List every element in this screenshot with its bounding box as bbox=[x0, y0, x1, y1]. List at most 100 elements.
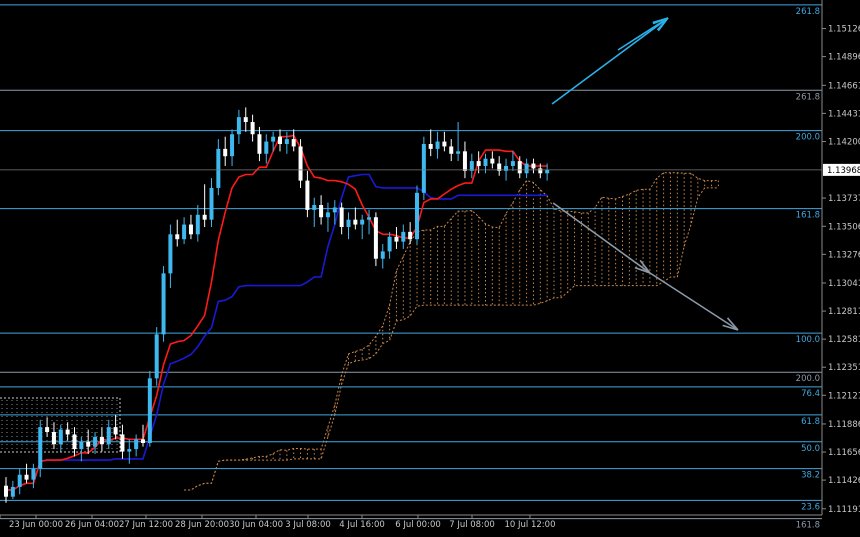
candle-body bbox=[435, 141, 440, 149]
y-tick-label: 1.14431 bbox=[828, 109, 860, 119]
candle-body bbox=[490, 158, 495, 164]
candle-body bbox=[113, 427, 118, 435]
candle-body bbox=[339, 207, 344, 227]
x-tick-label: 4 Jul 16:00 bbox=[339, 520, 385, 530]
candle-body bbox=[257, 134, 262, 154]
candle-body bbox=[401, 231, 406, 242]
current-price-label: 1.13968 bbox=[827, 166, 860, 176]
candle-body bbox=[284, 139, 289, 145]
candle-body bbox=[428, 144, 433, 149]
candle-body bbox=[175, 234, 180, 240]
candle-body bbox=[168, 234, 173, 274]
x-tick-label: 6 Jul 00:00 bbox=[395, 520, 441, 530]
fib-label: 100.0 bbox=[796, 335, 820, 345]
candle-body bbox=[93, 436, 98, 447]
candle-body bbox=[524, 163, 529, 174]
candle-body bbox=[380, 251, 385, 259]
candle-body bbox=[188, 224, 193, 235]
fib-label: 200.0 bbox=[796, 374, 820, 384]
candle-body bbox=[312, 205, 317, 210]
ichimoku-fibonacci-chart[interactable]: 261.8 261.8 200.0 161.8 100.0 200.0 76.4 61.8 50… bbox=[0, 0, 860, 533]
candle-body bbox=[202, 214, 207, 220]
candle-body bbox=[195, 214, 200, 235]
candle-body bbox=[538, 168, 543, 174]
y-tick-label: 1.11191 bbox=[828, 505, 860, 515]
candle-body bbox=[456, 151, 461, 154]
x-tick-label: 30 Jun 04:00 bbox=[229, 520, 283, 530]
candle-body bbox=[531, 163, 536, 169]
candle-body bbox=[373, 217, 378, 259]
y-tick-label: 1.13737 bbox=[828, 194, 860, 204]
candle-body bbox=[209, 187, 214, 220]
y-tick-label: 1.13506 bbox=[828, 222, 860, 232]
y-tick-label: 1.13276 bbox=[828, 250, 860, 260]
candle-body bbox=[24, 474, 29, 480]
x-tick-label: 23 Jun 00:00 bbox=[9, 520, 63, 530]
fib-label: 200.0 bbox=[796, 133, 820, 143]
candle-body bbox=[394, 236, 399, 242]
candle-body bbox=[223, 148, 228, 157]
candle-body bbox=[442, 141, 447, 147]
fib-label: 23.6 bbox=[801, 502, 820, 512]
candle-body bbox=[10, 486, 15, 497]
y-tick-label: 1.12351 bbox=[828, 363, 860, 373]
candle-body bbox=[99, 436, 104, 445]
candle-body bbox=[236, 117, 241, 135]
x-tick-label: 10 Jul 12:00 bbox=[505, 520, 556, 530]
fib-label: 161.8 bbox=[796, 211, 820, 221]
x-tick-label: 3 Jul 08:00 bbox=[285, 520, 331, 530]
candle-body bbox=[230, 134, 235, 157]
fib-label: 261.8 bbox=[796, 92, 820, 102]
y-tick-label: 1.12811 bbox=[828, 307, 860, 317]
candle-body bbox=[421, 144, 426, 193]
candle-body bbox=[31, 468, 36, 480]
candle-body bbox=[134, 439, 139, 450]
candle-body bbox=[141, 439, 145, 443]
y-tick-label: 1.11656 bbox=[828, 448, 860, 458]
candle-body bbox=[462, 151, 467, 171]
candle-body bbox=[216, 148, 221, 188]
candle-body bbox=[449, 146, 454, 154]
candle-body bbox=[278, 136, 282, 145]
fib-label: 61.8 bbox=[801, 417, 820, 427]
candle-body bbox=[353, 219, 358, 225]
candle-body bbox=[65, 429, 70, 435]
x-tick-label: 28 Jun 20:00 bbox=[175, 520, 229, 530]
candle-body bbox=[243, 117, 248, 123]
fib-label: 261.8 bbox=[796, 7, 820, 17]
x-tick-label: 7 Jul 08:00 bbox=[449, 520, 495, 530]
candle-body bbox=[86, 441, 91, 447]
y-tick-label: 1.11426 bbox=[828, 476, 860, 486]
y-tick-label: 1.14896 bbox=[828, 53, 860, 63]
candle-body bbox=[264, 141, 269, 154]
candle-body bbox=[305, 180, 310, 210]
candle-body bbox=[387, 236, 392, 252]
candle-body bbox=[517, 161, 522, 174]
candle-body bbox=[79, 441, 84, 450]
y-tick-label: 1.14661 bbox=[828, 81, 860, 91]
y-tick-label: 1.11886 bbox=[828, 420, 860, 430]
candle-body bbox=[319, 205, 324, 218]
candle-body bbox=[367, 217, 372, 220]
x-tick-label: 26 Jun 04:00 bbox=[65, 520, 119, 530]
candle-body bbox=[4, 485, 8, 497]
candle-body bbox=[154, 334, 159, 379]
y-tick-label: 1.15126 bbox=[828, 25, 860, 35]
chart-canvas[interactable]: 261.8 261.8 200.0 161.8 100.0 200.0 76.4 61.8 50… bbox=[0, 0, 860, 533]
candle-body bbox=[17, 474, 22, 487]
candle-body bbox=[161, 273, 166, 335]
y-tick-label: 1.13041 bbox=[828, 279, 860, 289]
candle-body bbox=[325, 212, 330, 218]
candle-body bbox=[127, 449, 132, 452]
candle-body bbox=[291, 139, 296, 147]
fib-label: 50.0 bbox=[801, 444, 820, 454]
y-tick-label: 1.12581 bbox=[828, 335, 860, 345]
candle-body bbox=[106, 427, 111, 445]
y-tick-label: 1.14200 bbox=[828, 138, 860, 148]
fib-label: 161.8 bbox=[796, 521, 820, 531]
candle-body bbox=[346, 219, 351, 227]
candle-body bbox=[147, 378, 152, 443]
candle-body bbox=[408, 231, 413, 240]
candle-body bbox=[58, 429, 63, 445]
candle-body bbox=[271, 136, 276, 142]
